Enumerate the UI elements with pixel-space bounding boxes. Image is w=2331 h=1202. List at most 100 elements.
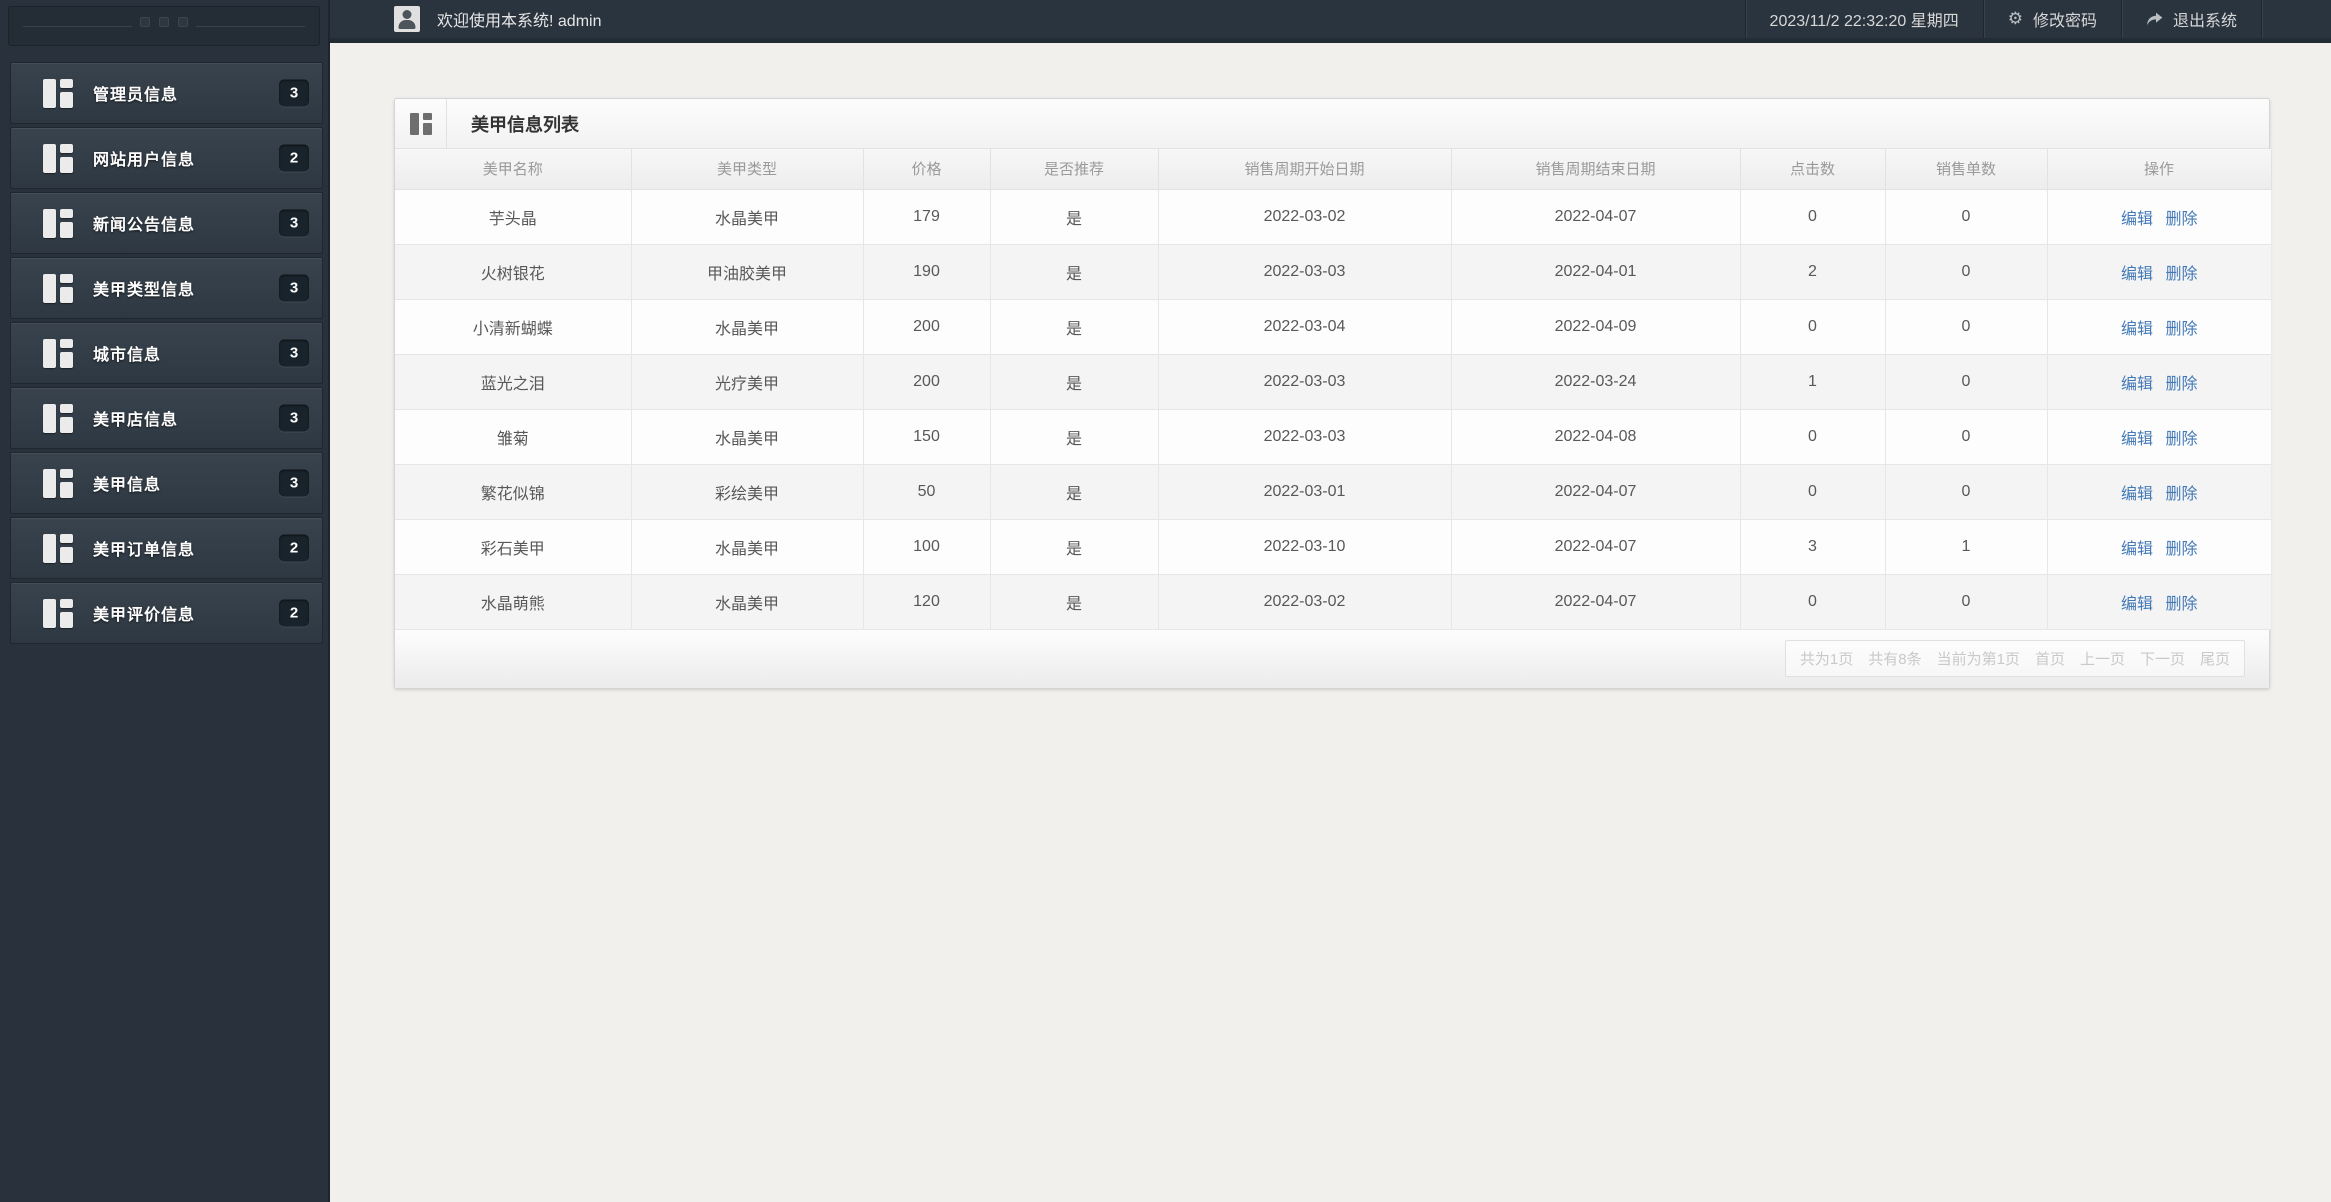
cell-actions: 编辑 删除: [2047, 189, 2271, 245]
sidebar-item[interactable]: 美甲评价信息 2: [10, 582, 323, 644]
column-header: 销售单数: [1885, 149, 2048, 190]
count-badge: 2: [279, 534, 309, 562]
delete-link[interactable]: 删除: [2165, 266, 2197, 283]
panel-header: 美甲信息列表: [395, 99, 2269, 149]
edit-link[interactable]: 编辑: [2121, 211, 2153, 228]
sidebar-item[interactable]: 美甲信息 3: [10, 452, 323, 514]
delete-link[interactable]: 删除: [2165, 211, 2197, 228]
logout-button[interactable]: 退出系统: [2120, 0, 2261, 38]
edit-link[interactable]: 编辑: [2121, 266, 2153, 283]
delete-link[interactable]: 删除: [2165, 541, 2197, 558]
cell-price: 190: [863, 244, 991, 300]
delete-link[interactable]: 删除: [2165, 431, 2197, 448]
delete-link[interactable]: 删除: [2165, 321, 2197, 338]
cell-nail-name: 繁花似锦: [395, 464, 632, 520]
logout-arrow-icon: [2146, 12, 2163, 27]
grid-icon: [43, 403, 73, 433]
grid-icon: [43, 338, 73, 368]
column-header: 操作: [2047, 149, 2272, 190]
cell-sale-end-date: 2022-04-07: [1451, 574, 1741, 630]
cell-recommended: 是: [990, 519, 1159, 575]
sidebar-collapse-handle[interactable]: [8, 6, 320, 46]
cell-nail-type: 水晶美甲: [631, 299, 864, 355]
change-password-label: 修改密码: [2032, 13, 2097, 30]
column-header: 点击数: [1740, 149, 1886, 190]
cell-sale-end-date: 2022-04-07: [1451, 464, 1741, 520]
cell-actions: 编辑 删除: [2047, 244, 2271, 300]
cell-nail-name: 雏菊: [395, 409, 632, 465]
sidebar-item[interactable]: 城市信息 3: [10, 322, 323, 384]
next-page-link[interactable]: 下一页: [2140, 648, 2185, 669]
total-pages-text: 共为1页: [1799, 651, 1854, 668]
edit-link[interactable]: 编辑: [2121, 431, 2153, 448]
last-page-link[interactable]: 尾页: [2200, 648, 2230, 669]
sidebar-item-label: 美甲评价信息: [93, 607, 196, 624]
cell-clicks: 0: [1740, 574, 1886, 630]
cell-actions: 编辑 删除: [2047, 464, 2271, 520]
count-badge: 2: [279, 144, 309, 172]
cell-sale-start-date: 2022-03-02: [1158, 574, 1452, 630]
sidebar-item-label: 美甲信息: [93, 477, 162, 494]
cell-clicks: 1: [1740, 354, 1886, 410]
edit-link[interactable]: 编辑: [2121, 596, 2153, 613]
cell-nail-name: 水晶萌熊: [395, 574, 632, 630]
main-content: 美甲信息列表 美甲名称 美甲类型 价格 是否推荐 销售周期开始日期 销售周期结束…: [330, 48, 2331, 1202]
count-badge: 2: [279, 599, 309, 627]
cell-sale-end-date: 2022-03-24: [1451, 354, 1741, 410]
cell-price: 200: [863, 354, 991, 410]
column-header: 是否推荐: [990, 149, 1159, 190]
cell-orders: 0: [1885, 244, 2048, 300]
total-items-text: 共有8条: [1868, 651, 1922, 668]
sidebar-item-label: 美甲订单信息: [93, 542, 196, 559]
delete-link[interactable]: 删除: [2165, 376, 2197, 393]
cell-nail-type: 甲油胶美甲: [631, 244, 864, 300]
grid-icon: [43, 533, 73, 563]
cell-recommended: 是: [990, 409, 1159, 465]
header-spacer: [2261, 0, 2331, 38]
sidebar-item[interactable]: 美甲类型信息 3: [10, 257, 323, 319]
sidebar: 管理员信息 3 网站用户信息 2 新闻公告信息 3 美甲类型信息 3 城市信息 …: [0, 0, 330, 1202]
table-row: 蓝光之泪 光疗美甲 200 是 2022-03-03 2022-03-24 1 …: [395, 354, 2271, 410]
grid-icon: [43, 598, 73, 628]
cell-recommended: 是: [990, 464, 1159, 520]
prev-page-link[interactable]: 上一页: [2080, 648, 2125, 669]
sidebar-item[interactable]: 网站用户信息 2: [10, 127, 323, 189]
handle-squares-icon: [132, 17, 196, 27]
edit-link[interactable]: 编辑: [2121, 486, 2153, 503]
edit-link[interactable]: 编辑: [2121, 541, 2153, 558]
cell-nail-type: 水晶美甲: [631, 189, 864, 245]
gear-icon: ⚙: [2007, 9, 2023, 28]
edit-link[interactable]: 编辑: [2121, 376, 2153, 393]
panel-footer: 共为1页 共有8条 当前为第1页 首页 上一页 下一页 尾页: [395, 629, 2269, 688]
count-badge: 3: [279, 404, 309, 432]
sidebar-item[interactable]: 美甲订单信息 2: [10, 517, 323, 579]
count-badge: 3: [279, 274, 309, 302]
grid-icon: [43, 78, 73, 108]
user-avatar-icon: [394, 6, 420, 32]
cell-actions: 编辑 删除: [2047, 299, 2271, 355]
column-header: 美甲名称: [395, 149, 632, 190]
cell-sale-start-date: 2022-03-01: [1158, 464, 1452, 520]
cell-orders: 1: [1885, 519, 2048, 575]
cell-nail-type: 水晶美甲: [631, 574, 864, 630]
grid-icon: [409, 112, 432, 135]
cell-sale-start-date: 2022-03-03: [1158, 354, 1452, 410]
cell-sale-start-date: 2022-03-04: [1158, 299, 1452, 355]
sidebar-item[interactable]: 美甲店信息 3: [10, 387, 323, 449]
change-password-button[interactable]: ⚙ 修改密码: [1982, 0, 2121, 38]
cell-nail-type: 彩绘美甲: [631, 464, 864, 520]
cell-orders: 0: [1885, 354, 2048, 410]
grid-icon: [43, 273, 73, 303]
datetime-text: 2023/11/2 22:32:20 星期四: [1769, 13, 1959, 30]
delete-link[interactable]: 删除: [2165, 486, 2197, 503]
cell-nail-name: 彩石美甲: [395, 519, 632, 575]
sidebar-item[interactable]: 管理员信息 3: [10, 62, 323, 124]
first-page-link[interactable]: 首页: [2035, 648, 2065, 669]
delete-link[interactable]: 删除: [2165, 596, 2197, 613]
cell-nail-type: 水晶美甲: [631, 409, 864, 465]
cell-sale-start-date: 2022-03-10: [1158, 519, 1452, 575]
cell-sale-end-date: 2022-04-01: [1451, 244, 1741, 300]
sidebar-item[interactable]: 新闻公告信息 3: [10, 192, 323, 254]
edit-link[interactable]: 编辑: [2121, 321, 2153, 338]
count-badge: 3: [279, 209, 309, 237]
